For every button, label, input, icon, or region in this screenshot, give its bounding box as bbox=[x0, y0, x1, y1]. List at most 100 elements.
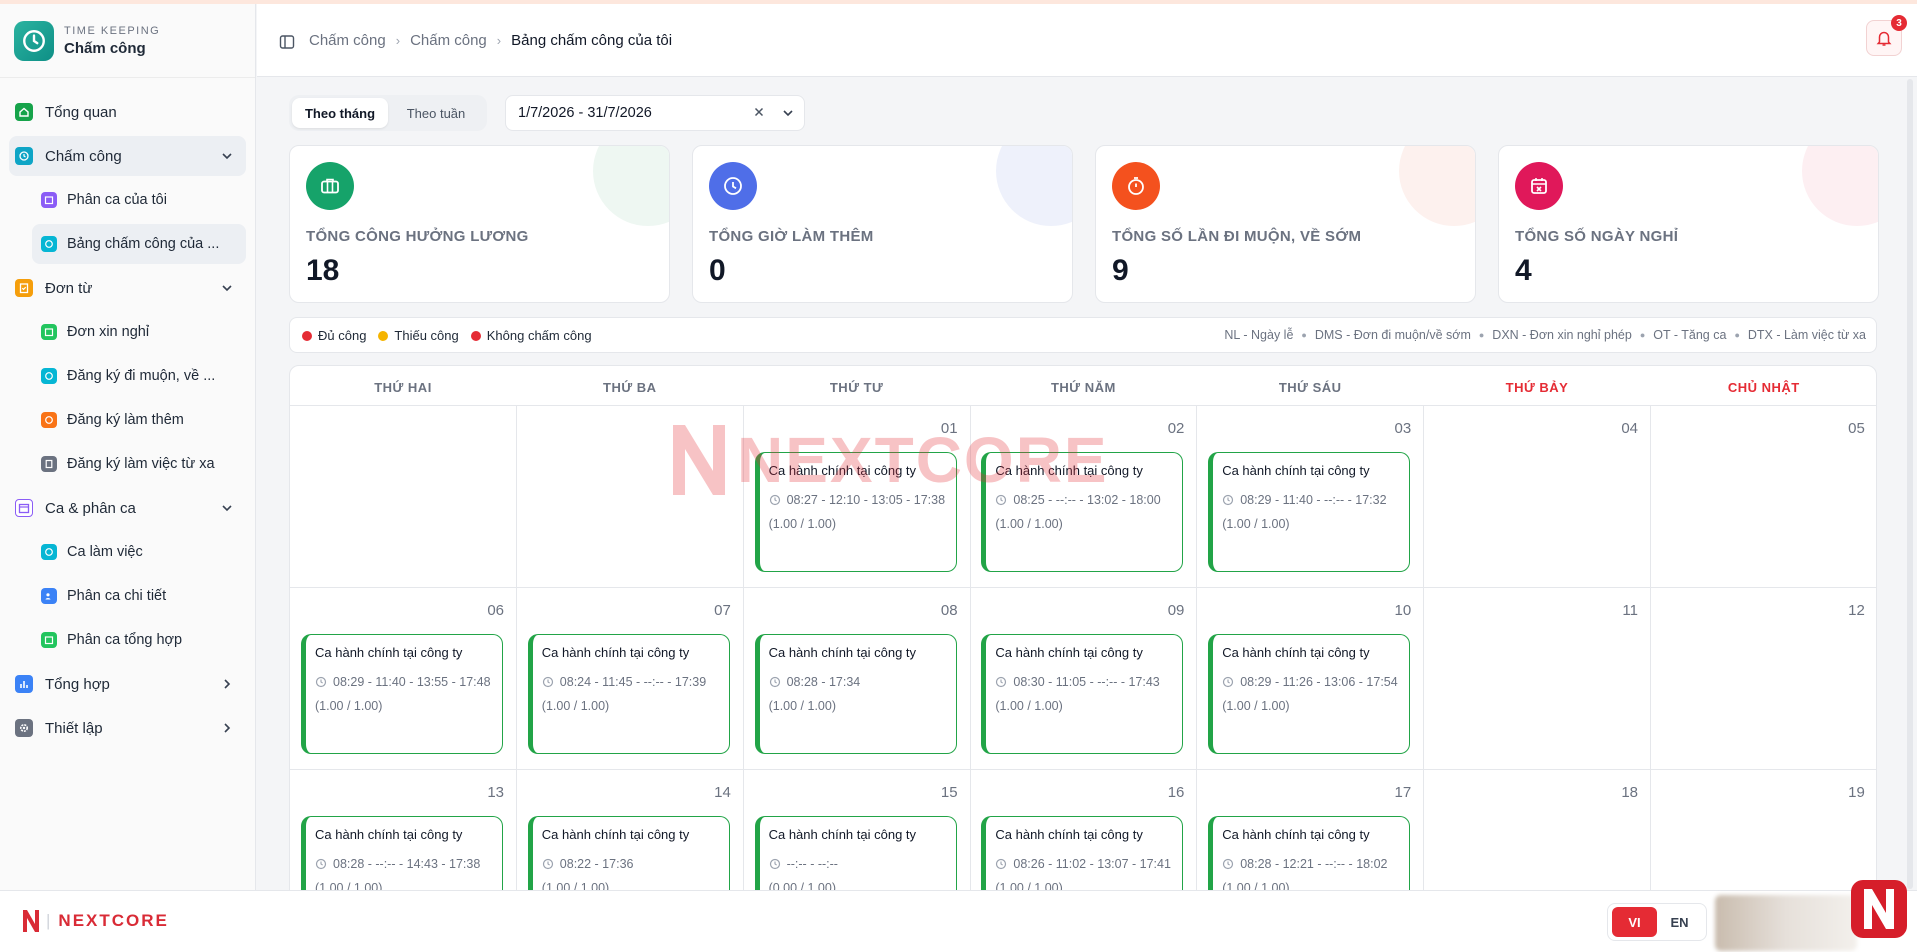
shift-name: Ca hành chính tại công ty bbox=[995, 463, 1143, 478]
legend-item-khong-cham-cong: Không chấm công bbox=[470, 328, 592, 343]
nextcore-badge[interactable] bbox=[1851, 880, 1907, 938]
calendar-day-cell[interactable]: 12 bbox=[1650, 588, 1876, 770]
calendar-day-cell[interactable]: 10 Ca hành chính tại công ty 08:29 - 11:26… bbox=[1197, 588, 1425, 770]
sidebar-item-label: Phân ca chi tiết bbox=[67, 588, 167, 604]
brand[interactable]: TIME KEEPING Chấm công bbox=[0, 4, 255, 78]
calendar-day-cell[interactable]: 14 Ca hành chính tại công ty 08:22 - 17:36… bbox=[517, 770, 744, 890]
shift-ratio: (1.00 / 1.00) bbox=[315, 699, 383, 713]
bullet-icon: ● bbox=[1734, 330, 1740, 340]
calendar-day-cell[interactable]: 03 Ca hành chính tại công ty 08:29 - 11:40… bbox=[1197, 406, 1425, 588]
shift-times: 08:30 - 11:05 - --:-- - 17:43 bbox=[995, 675, 1160, 689]
shift-name: Ca hành chính tại công ty bbox=[541, 645, 690, 660]
sidebar-item-don-tu[interactable]: Đơn từ bbox=[9, 268, 246, 308]
shift-card[interactable]: Ca hành chính tại công ty 08:24 - 11:45 -… bbox=[527, 634, 730, 754]
sidebar-item-tong-quan[interactable]: Tổng quan bbox=[9, 92, 246, 132]
calendar-day-cell[interactable]: 09 Ca hành chính tại công ty 08:30 - 11:05… bbox=[970, 588, 1198, 770]
shift-card[interactable]: Ca hành chính tại công ty 08:28 - 12:21 -… bbox=[1208, 816, 1411, 890]
stat-card-days-off: TỔNG SỐ NGÀY NGHỈ 4 bbox=[1498, 145, 1879, 303]
breadcrumb-item[interactable]: Chấm công bbox=[410, 32, 487, 49]
calendar-day-cell[interactable]: 05 bbox=[1650, 406, 1876, 588]
calendar-day-cell[interactable]: 08 Ca hành chính tại công ty 08:28 - 17:34… bbox=[743, 588, 971, 770]
sidebar-item-bang-cham-cong[interactable]: Bảng chấm công của ... bbox=[32, 224, 246, 264]
lang-en-button[interactable]: EN bbox=[1657, 907, 1702, 937]
calendar-day-cell[interactable]: 13 Ca hành chính tại công ty 08:28 - --:--… bbox=[290, 770, 517, 890]
calendar-day-cell[interactable]: 02 Ca hành chính tại công ty 08:25 - --:--… bbox=[970, 406, 1198, 588]
sidebar-item-phan-ca-cua-toi[interactable]: Phân ca của tôi bbox=[32, 180, 246, 220]
scrollbar[interactable] bbox=[1907, 79, 1913, 889]
day-number: 01 bbox=[940, 420, 958, 437]
legend-item-du-cong: Đủ công bbox=[302, 328, 366, 343]
shift-times: 08:28 - --:-- - 14:43 - 17:38 bbox=[315, 857, 480, 871]
shift-card[interactable]: Ca hành chính tại công ty 08:25 - --:-- -… bbox=[981, 452, 1184, 572]
shift-times: 08:29 - 11:40 - --:-- - 17:32 bbox=[1222, 493, 1387, 507]
shift-card[interactable]: Ca hành chính tại công ty 08:28 - 17:34 (1… bbox=[754, 634, 957, 754]
lang-vi-button[interactable]: VI bbox=[1612, 907, 1657, 937]
shift-times: 08:27 - 12:10 - 13:05 - 17:38 bbox=[769, 493, 945, 507]
shift-card[interactable]: Ca hành chính tại công ty 08:29 - 11:26 -… bbox=[1208, 634, 1411, 754]
date-range-picker[interactable]: 1/7/2026 - 31/7/2026 bbox=[505, 95, 805, 131]
divider: | bbox=[46, 911, 53, 930]
calendar-day-cell[interactable]: 01 Ca hành chính tại công ty 08:27 - 12:10… bbox=[743, 406, 971, 588]
shift-card[interactable]: Ca hành chính tại công ty 08:29 - 11:40 -… bbox=[1208, 452, 1411, 572]
calendar-day-cell[interactable]: 15 Ca hành chính tại công ty --:-- - --:--… bbox=[744, 770, 971, 890]
sidebar-item-ca-lam-viec[interactable]: Ca làm việc bbox=[32, 532, 246, 572]
sidebar-toggle-icon[interactable] bbox=[279, 34, 295, 50]
shift-card[interactable]: Ca hành chính tại công ty 08:30 - 11:05 -… bbox=[981, 634, 1184, 754]
view-month-button[interactable]: Theo tháng bbox=[292, 98, 388, 128]
card-decoration bbox=[1802, 146, 1878, 226]
chevron-down-icon[interactable] bbox=[781, 106, 795, 120]
calendar-day-cell[interactable]: 07 Ca hành chính tại công ty 08:24 - 11:45… bbox=[516, 588, 744, 770]
sidebar-item-ca-phan-ca[interactable]: Ca & phân ca bbox=[9, 488, 246, 528]
day-number: 13 bbox=[487, 784, 504, 801]
clock-icon bbox=[315, 858, 327, 870]
shift-card[interactable]: Ca hành chính tại công ty 08:26 - 11:02 -… bbox=[981, 816, 1184, 890]
calendar-day-cell[interactable]: 19 bbox=[1651, 770, 1876, 890]
nextcore-logo-icon bbox=[1864, 889, 1894, 929]
shift-ratio: (1.00 / 1.00) bbox=[995, 517, 1063, 531]
shift-name: Ca hành chính tại công ty bbox=[1222, 463, 1370, 478]
sidebar-item-dang-ky-lam-them[interactable]: Đăng ký làm thêm bbox=[32, 400, 246, 440]
sidebar-item-cham-cong[interactable]: Chấm công bbox=[9, 136, 246, 176]
day-number: 03 bbox=[1394, 420, 1412, 437]
briefcase-icon bbox=[306, 162, 354, 210]
stat-label: TỔNG SỐ LẦN ĐI MUỘN, VỀ SỚM bbox=[1112, 228, 1362, 245]
view-week-button[interactable]: Theo tuần bbox=[388, 98, 484, 128]
weekday-header: THỨ SÁU bbox=[1278, 380, 1342, 395]
sidebar-item-phan-ca-chi-tiet[interactable]: Phân ca chi tiết bbox=[32, 576, 246, 616]
shift-card[interactable]: Ca hành chính tại công ty 08:28 - --:-- -… bbox=[301, 816, 503, 890]
notification-button[interactable]: 3 bbox=[1866, 15, 1907, 56]
sidebar-item-phan-ca-tong-hop[interactable]: Phân ca tổng hợp bbox=[32, 620, 246, 660]
calendar-day-cell[interactable]: 18 bbox=[1424, 770, 1651, 890]
calendar-day-cell[interactable]: 04 bbox=[1424, 406, 1651, 588]
sidebar-item-thiet-lap[interactable]: Thiết lập bbox=[9, 708, 246, 748]
sidebar-item-dang-ky-tu-xa[interactable]: Đăng ký làm việc từ xa bbox=[32, 444, 246, 484]
day-number: 15 bbox=[940, 784, 958, 801]
shift-ratio: (1.00 / 1.00) bbox=[315, 881, 383, 890]
shift-card[interactable]: Ca hành chính tại công ty 08:27 - 12:10 -… bbox=[754, 452, 957, 572]
bullet-icon: ● bbox=[1478, 330, 1485, 340]
breadcrumb-item[interactable]: Chấm công bbox=[309, 32, 386, 49]
sidebar-item-don-xin-nghi[interactable]: Đơn xin nghỉ bbox=[32, 312, 246, 352]
stat-label: TỔNG GIỜ LÀM THÊM bbox=[709, 228, 874, 245]
shift-card[interactable]: Ca hành chính tại công ty --:-- - --:-- (0… bbox=[754, 816, 957, 890]
calendar-day-cell[interactable]: 11 bbox=[1424, 588, 1651, 770]
calendar-day-cell[interactable]: 06 Ca hành chính tại công ty 08:29 - 11:40… bbox=[290, 588, 517, 770]
sidebar-item-dang-ky-di-muon[interactable]: Đăng ký đi muộn, về ... bbox=[32, 356, 246, 396]
shift-times: --:-- - --:-- bbox=[769, 857, 838, 871]
clock-icon bbox=[41, 544, 57, 560]
weekday-header: THỨ HAI bbox=[374, 380, 432, 395]
clock-logo-icon bbox=[14, 20, 54, 61]
users-icon bbox=[41, 588, 57, 604]
calendar-day-cell[interactable]: 16 Ca hành chính tại công ty 08:26 - 11:02… bbox=[970, 770, 1198, 890]
calendar-day-cell[interactable] bbox=[290, 406, 517, 588]
calendar-day-cell[interactable] bbox=[516, 406, 744, 588]
clear-icon[interactable] bbox=[752, 105, 766, 119]
legend-code: DMS - Đơn đi muộn/về sớm bbox=[1314, 328, 1471, 342]
clock-icon bbox=[1223, 494, 1234, 506]
calendar-day-cell[interactable]: 17 Ca hành chính tại công ty 08:28 - 12:21… bbox=[1197, 770, 1425, 890]
shift-card[interactable]: Ca hành chính tại công ty 08:29 - 11:40 -… bbox=[301, 634, 503, 754]
shift-card[interactable]: Ca hành chính tại công ty 08:22 - 17:36 (1… bbox=[527, 816, 730, 890]
sidebar-item-tong-hop[interactable]: Tổng hợp bbox=[9, 664, 246, 704]
shift-times: 08:22 - 17:36 bbox=[542, 857, 633, 871]
footer-brand-text: NEXTCORE bbox=[58, 911, 169, 930]
